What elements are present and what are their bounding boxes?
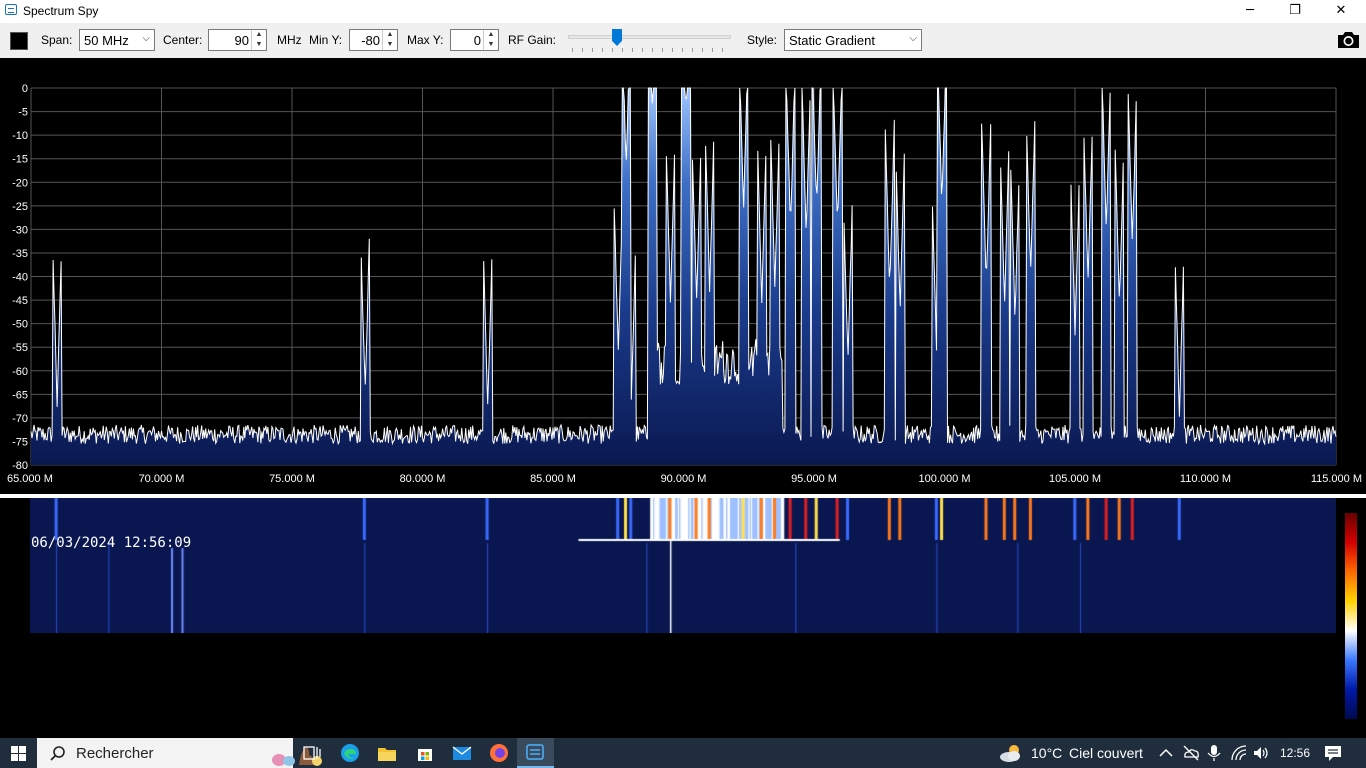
camera-icon[interactable]: [1336, 30, 1361, 50]
rf-gain-slider[interactable]: [568, 29, 731, 55]
center-value: 90: [234, 33, 249, 48]
x-tick-label: 80.000 M: [400, 473, 446, 485]
style-label: Style:: [747, 33, 778, 47]
volume-icon[interactable]: [1252, 744, 1270, 762]
y-tick-label: -55: [12, 342, 28, 354]
close-button[interactable]: ✕: [1318, 0, 1364, 23]
x-tick-label: 95.000 M: [791, 473, 837, 485]
maximize-button[interactable]: ❐: [1272, 0, 1318, 23]
spin-down-icon[interactable]: ▼: [484, 40, 498, 50]
taskbar-clock[interactable]: 12:56: [1280, 746, 1310, 760]
spin-down-icon[interactable]: ▼: [252, 40, 266, 50]
color-scale-bar: [1345, 513, 1357, 719]
x-tick-label: 105.000 M: [1049, 473, 1101, 485]
weather-temperature[interactable]: 10°C: [1031, 745, 1062, 761]
rfgain-label: RF Gain:: [508, 33, 557, 47]
toolbar: Span: 50 MHz ⌵ Center: 90 ▲ ▼ MHz Min Y: …: [0, 23, 1366, 58]
task-view-icon[interactable]: [301, 742, 323, 764]
y-tick-label: -25: [12, 201, 28, 213]
center-label: Center:: [163, 33, 203, 47]
chevron-down-icon: ⌵: [909, 33, 917, 44]
window-title: Spectrum Spy: [23, 4, 99, 18]
spectrum-svg: 0 -5 -10 -15 -20 -25 -30 -35 -40 -45 -50 -55 -60 -65 -…: [7, 83, 1362, 485]
style-select[interactable]: Static Gradient ⌵: [784, 29, 922, 51]
maxy-label: Max Y:: [407, 33, 444, 47]
waterfall-panel: 06/03/2024 12:56:09: [0, 498, 1366, 738]
y-tick-label: -20: [12, 177, 28, 189]
x-tick-label: 70.000 M: [139, 473, 185, 485]
firefox-icon[interactable]: [488, 742, 510, 764]
y-tick-label: -50: [12, 319, 28, 331]
waterfall-timestamp: 06/03/2024 12:56:09: [31, 535, 192, 551]
x-tick-label: 65.000 M: [7, 473, 53, 485]
y-tick-label: -60: [12, 366, 28, 378]
spin-up-icon[interactable]: ▲: [484, 30, 498, 40]
onedrive-offline-icon[interactable]: [1182, 744, 1200, 762]
span-select[interactable]: 50 MHz ⌵: [79, 29, 155, 51]
y-tick-label: -30: [12, 224, 28, 236]
y-tick-label: -10: [12, 130, 28, 142]
spin-up-icon[interactable]: ▲: [383, 30, 397, 40]
waterfall-display[interactable]: [30, 498, 1336, 633]
maxy-value: 0: [473, 33, 481, 48]
x-tick-label: 85.000 M: [530, 473, 576, 485]
spin-up-icon[interactable]: ▲: [252, 30, 266, 40]
search-text: Rechercher: [76, 745, 154, 762]
spectrum-plot[interactable]: 0 -5 -10 -15 -20 -25 -30 -35 -40 -45 -50 -55 -60 -65 -…: [0, 58, 1366, 494]
miny-input[interactable]: -80 ▲ ▼: [349, 29, 398, 51]
wifi-icon[interactable]: [1230, 744, 1248, 762]
y-tick-label: -15: [12, 154, 28, 166]
y-tick-label: -45: [12, 295, 28, 307]
taskbar-search[interactable]: Rechercher: [37, 738, 322, 768]
taskbar-active-app[interactable]: [517, 738, 554, 768]
style-value: Static Gradient: [789, 33, 875, 48]
notifications-icon[interactable]: [1324, 744, 1342, 762]
miny-label: Min Y:: [309, 33, 343, 47]
x-tick-label: 75.000 M: [269, 473, 315, 485]
y-tick-label: -5: [18, 107, 28, 119]
taskbar: Rechercher 10°C Ciel couvert 12:56: [0, 738, 1366, 768]
y-tick-label: -80: [12, 460, 28, 472]
store-icon[interactable]: [414, 742, 436, 764]
minimize-button[interactable]: ─: [1227, 0, 1273, 23]
x-tick-label: 115.000 M: [1311, 473, 1362, 485]
y-tick-label: -35: [12, 248, 28, 260]
chevron-up-icon[interactable]: [1157, 744, 1175, 762]
spin-down-icon[interactable]: ▼: [383, 40, 397, 50]
windows-start-icon[interactable]: [0, 738, 37, 768]
spectrum-spy-icon: [526, 744, 544, 760]
center-input[interactable]: 90 ▲ ▼: [208, 29, 267, 51]
x-axis-ticks: 65.000 M 70.000 M 75.000 M 80.000 M 85.000 M…: [7, 473, 1362, 485]
y-tick-label: -40: [12, 272, 28, 284]
title-bar: Spectrum Spy ─ ❐ ✕: [0, 0, 1366, 23]
y-axis-ticks: 0 -5 -10 -15 -20 -25 -30 -35 -40 -45 -50 -55 -60 -65 -…: [12, 83, 28, 472]
chevron-down-icon: ⌵: [142, 33, 150, 44]
y-tick-label: -70: [12, 413, 28, 425]
x-tick-label: 110.000 M: [1180, 473, 1231, 485]
edge-browser-icon[interactable]: [339, 742, 361, 764]
y-tick-label: -75: [12, 436, 28, 448]
center-unit: MHz: [277, 33, 302, 47]
mail-icon[interactable]: [451, 742, 473, 764]
y-tick-label: -65: [12, 389, 28, 401]
x-tick-label: 100.000 M: [919, 473, 971, 485]
span-label: Span:: [41, 33, 73, 47]
slider-thumb[interactable]: [612, 29, 622, 46]
y-tick-label: 0: [22, 83, 28, 95]
x-tick-label: 90.000 M: [661, 473, 707, 485]
slider-ticks: [572, 48, 728, 52]
maxy-input[interactable]: 0 ▲ ▼: [450, 29, 499, 51]
span-value: 50 MHz: [84, 33, 129, 48]
app-icon: [5, 4, 17, 15]
file-explorer-icon[interactable]: [376, 742, 398, 764]
miny-value: -80: [361, 33, 380, 48]
weather-description[interactable]: Ciel couvert: [1069, 745, 1143, 761]
slider-track: [568, 35, 731, 39]
search-icon: [50, 746, 65, 761]
cloudy-weather-icon[interactable]: [998, 742, 1024, 764]
microphone-icon[interactable]: [1205, 744, 1223, 762]
color-picker-button[interactable]: [10, 32, 28, 50]
